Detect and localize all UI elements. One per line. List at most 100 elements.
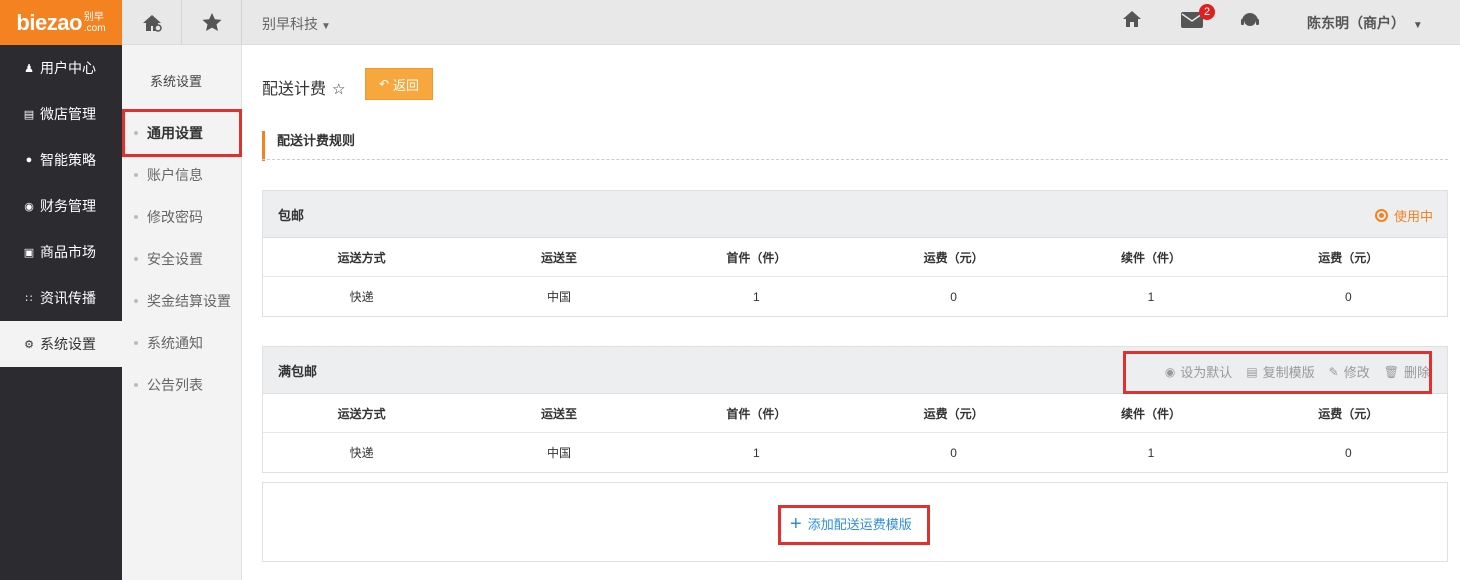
bullet: [134, 173, 138, 177]
table-cell: 1: [1147, 289, 1155, 304]
bullet: [134, 215, 138, 219]
subnav-label: 系统通知: [147, 335, 203, 351]
subnav-item-security[interactable]: 安全设置: [122, 238, 242, 280]
user-icon: ♟: [24, 62, 34, 75]
column-header: 运送至: [540, 250, 577, 265]
subnav-title: 系统设置: [150, 74, 203, 89]
column-header: 续件（件）: [1120, 250, 1181, 265]
bullet: [134, 341, 138, 345]
column-header: 首件（件）: [726, 250, 787, 265]
nav-item-shop[interactable]: ▤ 微店管理: [0, 91, 122, 137]
status-badge: 使用中: [1374, 206, 1433, 225]
bullet: [134, 299, 138, 303]
subnav-item-notices[interactable]: 系统通知: [122, 322, 242, 364]
table-cell: 0: [1344, 289, 1352, 304]
table-cell: 中国: [546, 446, 571, 460]
table-cell: 0: [1344, 445, 1352, 460]
nav-item-market[interactable]: ▣ 商品市场: [0, 229, 122, 275]
logo-sub-bottom: .com: [83, 22, 106, 34]
back-label: 返回: [393, 77, 420, 93]
logo-sub: 别早 .com: [84, 12, 106, 34]
logo-sub-top: 别早: [83, 11, 104, 23]
table-cell: 0: [950, 445, 957, 460]
highlight-box: [778, 505, 930, 545]
bullet: [134, 383, 138, 387]
home-settings-button[interactable]: [122, 0, 182, 45]
template-name: 满包邮: [278, 363, 318, 379]
subnav-label: 公告列表: [147, 377, 203, 393]
column-header: 运费（元）: [923, 406, 984, 421]
table-cell: 1: [752, 445, 760, 460]
column-header: 运费（元）: [1318, 406, 1379, 421]
column-header: 运费（元）: [1318, 250, 1379, 265]
column-header: 运送方式: [337, 406, 386, 421]
subnav-item-account[interactable]: 账户信息: [122, 154, 242, 196]
table-header-row: 运送方式 运送至 首件（件） 运费（元） 续件（件） 运费（元）: [263, 238, 1447, 277]
highlight-box: [122, 109, 242, 157]
table-cell: 快递: [349, 446, 374, 460]
page-title-text: 配送计费: [262, 81, 327, 98]
favorites-button[interactable]: [182, 0, 242, 45]
subnav-label: 安全设置: [147, 251, 203, 267]
top-bar: 别早科技 ▼ 2 陈东明（商户） ▼: [122, 0, 1460, 45]
shipping-template-card: 包邮 使用中 运送方式 运送至 首件（件） 运费（元） 续件（件） 运费（元） …: [262, 190, 1448, 317]
nav-item-news[interactable]: ∷ 资讯传播: [0, 275, 122, 321]
nav-item-settings[interactable]: ⚙ 系统设置: [0, 321, 122, 367]
main-content: 配送计费 ☆ ↶ 返回 配送计费规则 包邮 使用中 运送方式 运送至 首件（件） …: [242, 45, 1460, 580]
mail-count-badge: 2: [1199, 4, 1215, 20]
main-sidebar: ♟ 用户中心 ▤ 微店管理 ● 智能策略 ◉ 财务管理 ▣ 商品市场 ∷ 资讯传…: [0, 45, 122, 580]
column-header: 运送方式: [337, 250, 386, 265]
home-button[interactable]: [1122, 10, 1142, 31]
nav-label: 资讯传播: [40, 290, 96, 306]
caret-down-icon: ▼: [1412, 20, 1423, 31]
table-row: 快递 中国 1 0 1 0: [263, 277, 1447, 316]
mail-button[interactable]: 2: [1181, 4, 1215, 31]
caret-down-icon: ▼: [321, 21, 331, 32]
template-name: 包邮: [278, 207, 305, 223]
settings-subnav: 系统设置 通用设置 账户信息 修改密码 安全设置 奖金结算设置 系统通知 公告列…: [122, 45, 242, 580]
table-header-row: 运送方式 运送至 首件（件） 运费（元） 续件（件） 运费（元）: [263, 394, 1447, 433]
highlight-box: [1123, 351, 1432, 394]
money-bag-icon: ◉: [24, 200, 34, 213]
subnav-item-password[interactable]: 修改密码: [122, 196, 242, 238]
nav-item-strategy[interactable]: ● 智能策略: [0, 137, 122, 183]
home-icon: [1123, 11, 1141, 27]
star-outline-icon[interactable]: ☆: [332, 81, 345, 98]
bullet: [134, 257, 138, 261]
home-gear-icon: [142, 14, 162, 32]
nav-label: 微店管理: [40, 106, 96, 122]
column-header: 运费（元）: [923, 250, 984, 265]
company-dropdown[interactable]: 别早科技 ▼: [262, 14, 331, 34]
column-header: 运送至: [540, 406, 577, 421]
nav-label: 用户中心: [40, 60, 96, 76]
shop-icon: ▤: [23, 108, 35, 121]
table-cell: 1: [752, 289, 760, 304]
radio-checked-icon: [1374, 209, 1388, 222]
status-label: 使用中: [1393, 209, 1433, 224]
subnav-label: 账户信息: [147, 167, 203, 183]
subnav-item-announcements[interactable]: 公告列表: [122, 364, 242, 406]
market-icon: ▣: [23, 246, 35, 259]
table-row: 快递 中国 1 0 1 0: [263, 433, 1447, 472]
table-cell: 1: [1147, 445, 1155, 460]
user-menu[interactable]: 陈东明（商户） ▼: [1307, 13, 1423, 33]
nav-label: 商品市场: [40, 244, 96, 260]
table-cell: 0: [950, 289, 957, 304]
nav-label: 财务管理: [40, 198, 96, 214]
template-header: 包邮 使用中: [263, 191, 1447, 238]
nav-item-finance[interactable]: ◉ 财务管理: [0, 183, 122, 229]
nav-item-user-center[interactable]: ♟ 用户中心: [0, 45, 122, 91]
back-arrow-icon: ↶: [378, 77, 390, 91]
table-cell: 中国: [546, 290, 571, 304]
nav-label: 智能策略: [40, 152, 96, 168]
subnav-item-bonus[interactable]: 奖金结算设置: [122, 280, 242, 322]
headset-icon: [1241, 13, 1259, 26]
user-name: 陈东明（商户）: [1307, 15, 1405, 31]
logo-text: biezao: [16, 9, 82, 35]
table-cell: 快递: [349, 290, 374, 304]
support-button[interactable]: [1240, 10, 1260, 33]
page-title: 配送计费 ☆: [262, 75, 345, 99]
brand-logo[interactable]: biezao 别早 .com: [0, 0, 122, 45]
back-button[interactable]: ↶ 返回: [365, 68, 433, 100]
grid-icon: ∷: [25, 292, 33, 305]
